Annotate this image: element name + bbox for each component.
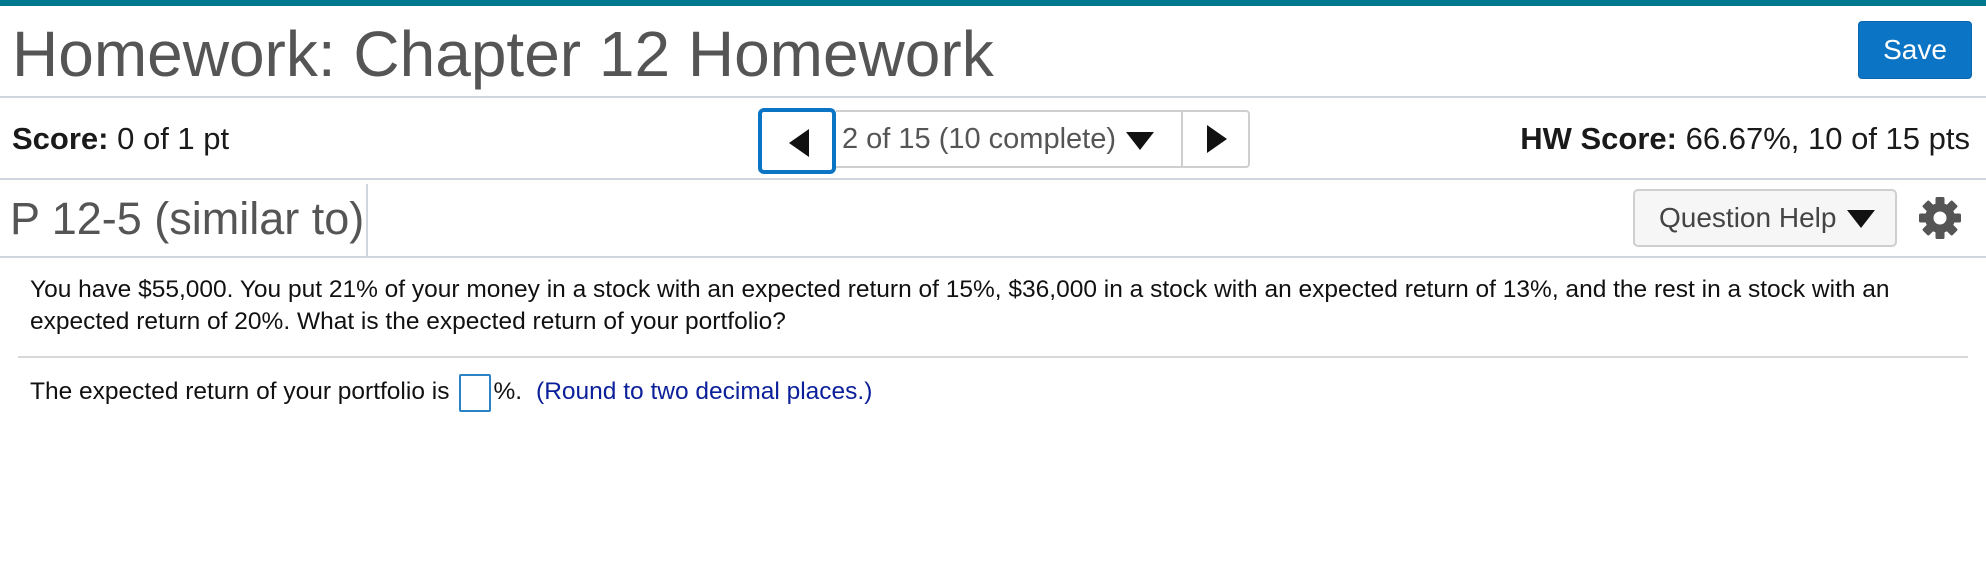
hw-score-label: HW Score:: [1520, 121, 1677, 156]
next-question-button[interactable]: [1181, 110, 1250, 168]
score-bar: Score: 0 of 1 pt 2 of 15 (10 complete) H…: [0, 98, 1986, 180]
question-position-label: 2 of 15 (10 complete): [841, 123, 1116, 155]
answer-suffix: %.: [493, 378, 523, 405]
answer-prefix: The expected return of your portfolio is: [30, 378, 450, 405]
rounding-hint: (Round to two decimal places.): [536, 378, 873, 405]
caret-left-icon: [789, 129, 809, 157]
score-value: 0 of 1 pt: [117, 121, 230, 156]
divider: [18, 356, 1968, 358]
caret-down-icon: [1126, 132, 1154, 150]
hw-score: HW Score: 66.67%, 10 of 15 pts: [1520, 98, 1970, 180]
problem-statement: You have $55,000. You put 21% of your mo…: [30, 276, 1890, 335]
gear-icon[interactable]: [1918, 196, 1962, 240]
caret-right-icon: [1207, 125, 1227, 153]
score: Score: 0 of 1 pt: [12, 98, 229, 180]
save-button[interactable]: Save: [1858, 21, 1972, 79]
score-label: Score:: [12, 121, 109, 156]
question-select-dropdown[interactable]: 2 of 15 (10 complete): [836, 110, 1181, 168]
question-help-button[interactable]: Question Help: [1633, 189, 1897, 247]
previous-question-button[interactable]: [758, 108, 836, 174]
title-bar: Homework: Chapter 12 Homework Save: [0, 6, 1986, 98]
question-id: P 12-5 (similar to): [10, 193, 365, 244]
question-help-label: Question Help: [1659, 202, 1837, 233]
divider: [366, 184, 368, 256]
answer-input[interactable]: [459, 373, 492, 412]
answer-line: The expected return of your portfolio is…: [30, 372, 872, 412]
question-bar: P 12-5 (similar to) Question Help: [0, 180, 1986, 258]
hw-score-value: 66.67%, 10 of 15 pts: [1685, 121, 1970, 156]
caret-down-icon: [1847, 210, 1875, 228]
page-title: Homework: Chapter 12 Homework: [12, 18, 994, 90]
